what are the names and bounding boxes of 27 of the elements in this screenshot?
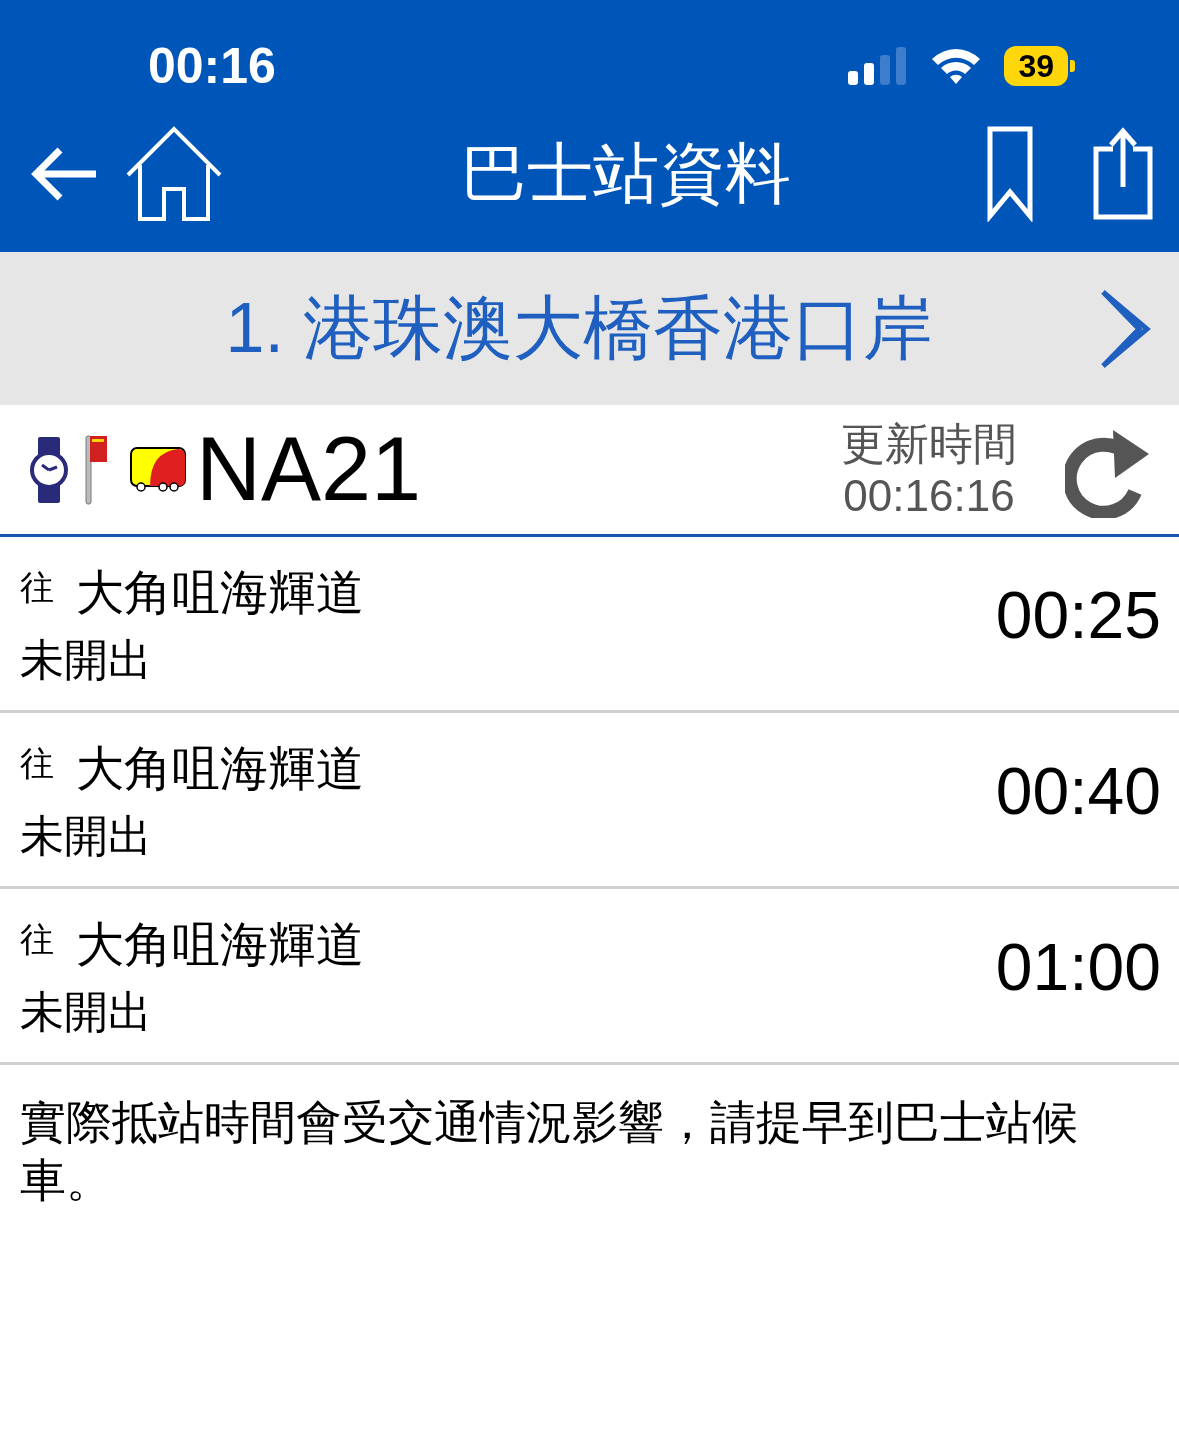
departure-status: 未開出 (20, 810, 153, 862)
departure-status: 未開出 (20, 986, 153, 1038)
departure-time: 01:00 (995, 929, 1161, 1005)
departure-status: 未開出 (20, 634, 153, 686)
stop-name: 1. 港珠澳大橋香港口岸 (224, 287, 935, 369)
home-icon[interactable] (124, 125, 224, 223)
direction-prefix: 往 (20, 743, 54, 784)
departure-time: 00:25 (995, 577, 1161, 653)
direction-prefix: 往 (20, 919, 54, 960)
status-time: 00:16 (148, 37, 276, 95)
chevron-right-icon[interactable] (1099, 287, 1153, 370)
bus-stop-sign-icon (84, 433, 108, 506)
bookmark-icon[interactable] (987, 126, 1033, 222)
direction-prefix: 往 (20, 567, 54, 608)
bus-icon (130, 446, 186, 493)
page-title: 巴士站資料 (459, 135, 792, 212)
share-icon[interactable] (1093, 127, 1153, 221)
destination: 大角咀海輝道 (76, 917, 364, 973)
route-number: NA21 (196, 418, 423, 521)
destination: 大角咀海輝道 (76, 565, 364, 621)
notice-text: 實際抵站時間會受交通情況影響，請提早到巴士站候車。 (20, 1095, 1079, 1208)
update-time: 00:16:16 (843, 469, 1015, 522)
wifi-icon (930, 47, 983, 85)
destination: 大角咀海輝道 (76, 741, 364, 797)
signal-icon (848, 47, 909, 85)
departure-time: 00:40 (995, 753, 1161, 829)
update-label: 更新時間 (841, 417, 1017, 470)
